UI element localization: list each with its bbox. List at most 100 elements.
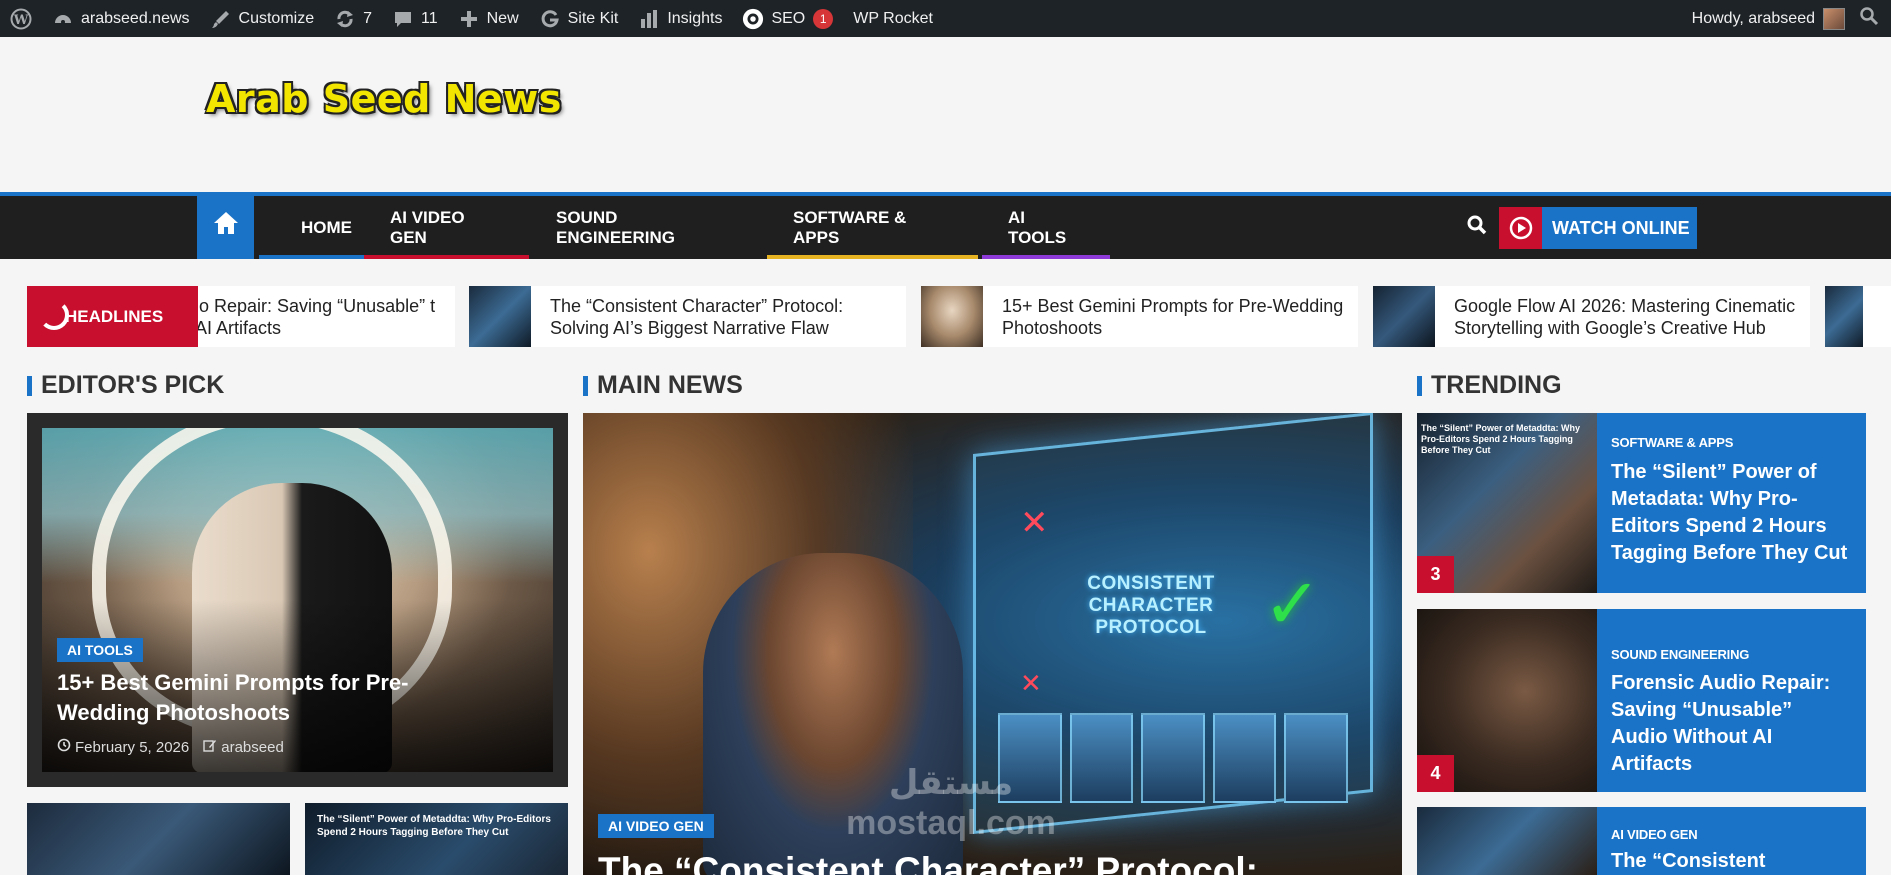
x-mark-icon: ✕	[1020, 668, 1042, 698]
ticker-item-title: 15+ Best Gemini Prompts for Pre-Wedding …	[1002, 295, 1344, 338]
dashboard-icon	[52, 8, 74, 30]
ticker-item[interactable]: Google Flow AI 2026: Mastering Cinematic…	[1373, 286, 1810, 347]
trending-title[interactable]: The “Silent” Power of Metadata: Why Pro-…	[1611, 459, 1851, 567]
category-badge[interactable]: AI TOOLS	[57, 638, 143, 662]
comment-icon	[392, 8, 414, 30]
trending-title[interactable]: The “Consistent	[1611, 848, 1851, 875]
nav-search-button[interactable]	[1466, 214, 1490, 238]
insights-label: Insights	[667, 9, 723, 27]
play-icon	[1499, 207, 1542, 249]
main-news-title[interactable]: The “Consistent Character” Protocol:	[598, 850, 1398, 875]
site-name-label: arabseed.news	[81, 9, 190, 27]
account-menu[interactable]: Howdy, arabseed	[1682, 0, 1859, 37]
admin-bar-right: Howdy, arabseed	[1682, 0, 1891, 37]
nav-home-button[interactable]	[197, 192, 254, 259]
headlines-ticker: HEADLINES io Repair: Saving “Unusable” t…	[0, 284, 1891, 350]
wordpress-icon: W	[10, 8, 32, 30]
nav-underline	[364, 255, 529, 259]
refresh-icon	[334, 8, 356, 30]
ticker-thumbnail	[1373, 286, 1435, 347]
ticker-thumbnail	[469, 286, 531, 347]
trending-thumbnail	[1417, 807, 1597, 875]
trending-category[interactable]: SOFTWARE & APPS	[1611, 435, 1733, 450]
post-meta: February 5, 2026 arabseed	[57, 738, 284, 756]
ticker-item[interactable]: 15+ Best Gemini Prompts for Pre-Wedding …	[921, 286, 1358, 347]
google-g-icon	[539, 8, 561, 30]
clock-icon	[57, 738, 71, 756]
site-logo[interactable]: Arab Seed News	[206, 77, 562, 121]
ticker-item[interactable]	[1825, 286, 1891, 347]
wp-rocket-label: WP Rocket	[853, 9, 933, 27]
headlines-label: HEADLINES	[27, 286, 198, 347]
home-icon	[213, 211, 239, 240]
seo-link[interactable]: SEO 1	[732, 0, 843, 37]
seo-gear-icon	[742, 8, 764, 30]
svg-text:W: W	[13, 13, 29, 28]
nav-item-sound-engineering[interactable]: SOUND ENGINEERING	[530, 196, 766, 259]
watch-online-button[interactable]: WATCH ONLINE	[1499, 207, 1697, 249]
edit-icon	[203, 738, 217, 756]
checkmark-icon: ✓	[1263, 565, 1322, 643]
updates-count: 7	[363, 9, 372, 27]
search-icon	[1859, 6, 1879, 31]
trending-thumbnail: 4	[1417, 609, 1597, 792]
trending-category[interactable]: AI VIDEO GEN	[1611, 827, 1698, 842]
wordpress-logo-button[interactable]: W	[0, 0, 42, 37]
x-mark-icon: ✕	[1020, 504, 1049, 542]
ticker-item[interactable]: The “Consistent Character” Protocol: Sol…	[469, 286, 906, 347]
comments-link[interactable]: 11	[382, 0, 448, 37]
headlines-text: HEADLINES	[65, 306, 164, 326]
nav-item-software-apps[interactable]: SOFTWARE & APPS	[767, 196, 978, 259]
ticker-item-title: Google Flow AI 2026: Mastering Cinematic…	[1454, 295, 1796, 338]
nav-underline	[767, 255, 978, 259]
admin-search-button[interactable]	[1859, 0, 1891, 37]
post-author-text: arabseed	[221, 738, 284, 756]
post-date: February 5, 2026	[57, 738, 189, 756]
site-name-link[interactable]: arabseed.news	[42, 0, 200, 37]
section-title-main-news: MAIN NEWS	[583, 370, 743, 400]
trending-item[interactable]: 4 SOUND ENGINEERING Forensic Audio Repai…	[1417, 609, 1866, 792]
trending-thumbnail: The “Silent” Power of Metaddta: Why Pro-…	[1417, 413, 1597, 593]
editors-pick-thumbnail[interactable]	[27, 803, 290, 875]
updates-link[interactable]: 7	[324, 0, 382, 37]
editors-pick-image: AI TOOLS 15+ Best Gemini Prompts for Pre…	[42, 428, 553, 772]
main-navigation: HOME AI VIDEO GEN SOUND ENGINEERING SOFT…	[0, 192, 1891, 259]
nav-item-ai-tools[interactable]: AI TOOLS	[982, 196, 1110, 259]
thumbnail-caption: The “Silent” Power of Metaddta: Why Pro-…	[317, 814, 551, 838]
site-kit-label: Site Kit	[567, 9, 619, 27]
site-kit-link[interactable]: Site Kit	[529, 0, 629, 37]
customize-link[interactable]: Customize	[200, 0, 325, 37]
trending-title[interactable]: Forensic Audio Repair: Saving “Unusable”…	[1611, 670, 1851, 778]
post-author[interactable]: arabseed	[203, 738, 284, 756]
trending-item[interactable]: The “Silent” Power of Metaddta: Why Pro-…	[1417, 413, 1866, 593]
category-badge[interactable]: AI VIDEO GEN	[598, 814, 714, 838]
ticker-item-title: io Repair: Saving “Unusable” t AI Artifa…	[198, 295, 436, 338]
nav-item-ai-video-gen[interactable]: AI VIDEO GEN	[364, 196, 529, 259]
trending-category[interactable]: SOUND ENGINEERING	[1611, 647, 1749, 662]
editors-pick-thumbnail[interactable]: The “Silent” Power of Metaddta: Why Pro-…	[305, 803, 568, 875]
howdy-label: Howdy, arabseed	[1691, 9, 1815, 27]
avatar	[1823, 7, 1845, 30]
customize-label: Customize	[238, 9, 315, 27]
nav-item-label: AI VIDEO GEN	[390, 207, 465, 247]
trending-rank: 3	[1417, 556, 1454, 593]
nav-item-label: SOUND ENGINEERING	[556, 207, 676, 247]
editors-pick-title[interactable]: 15+ Best Gemini Prompts for Pre-Wedding …	[57, 668, 497, 728]
plus-icon	[458, 8, 480, 30]
hologram-text: CONSISTENT CHARACTER PROTOCOL	[1087, 573, 1215, 638]
section-title-trending: TRENDING	[1417, 370, 1562, 400]
comments-count: 11	[421, 9, 438, 27]
paintbrush-icon	[210, 8, 232, 30]
insights-link[interactable]: Insights	[628, 0, 732, 37]
nav-item-label: AI TOOLS	[1008, 207, 1067, 247]
thumbnail-caption: The “Silent” Power of Metaddta: Why Pro-…	[1421, 423, 1581, 455]
wp-rocket-link[interactable]: WP Rocket	[843, 0, 943, 37]
ticker-track: io Repair: Saving “Unusable” t AI Artifa…	[198, 286, 1891, 347]
editors-pick-card[interactable]: AI TOOLS 15+ Best Gemini Prompts for Pre…	[27, 413, 568, 787]
ticker-item[interactable]: io Repair: Saving “Unusable” t AI Artifa…	[198, 286, 455, 347]
new-content-link[interactable]: New	[448, 0, 529, 37]
nav-underline	[982, 255, 1110, 259]
main-news-card[interactable]: ✕ ✕ CONSISTENT CHARACTER PROTOCOL ✓ مستق…	[583, 413, 1402, 875]
new-label: New	[486, 9, 519, 27]
trending-item[interactable]: AI VIDEO GEN The “Consistent	[1417, 807, 1866, 875]
